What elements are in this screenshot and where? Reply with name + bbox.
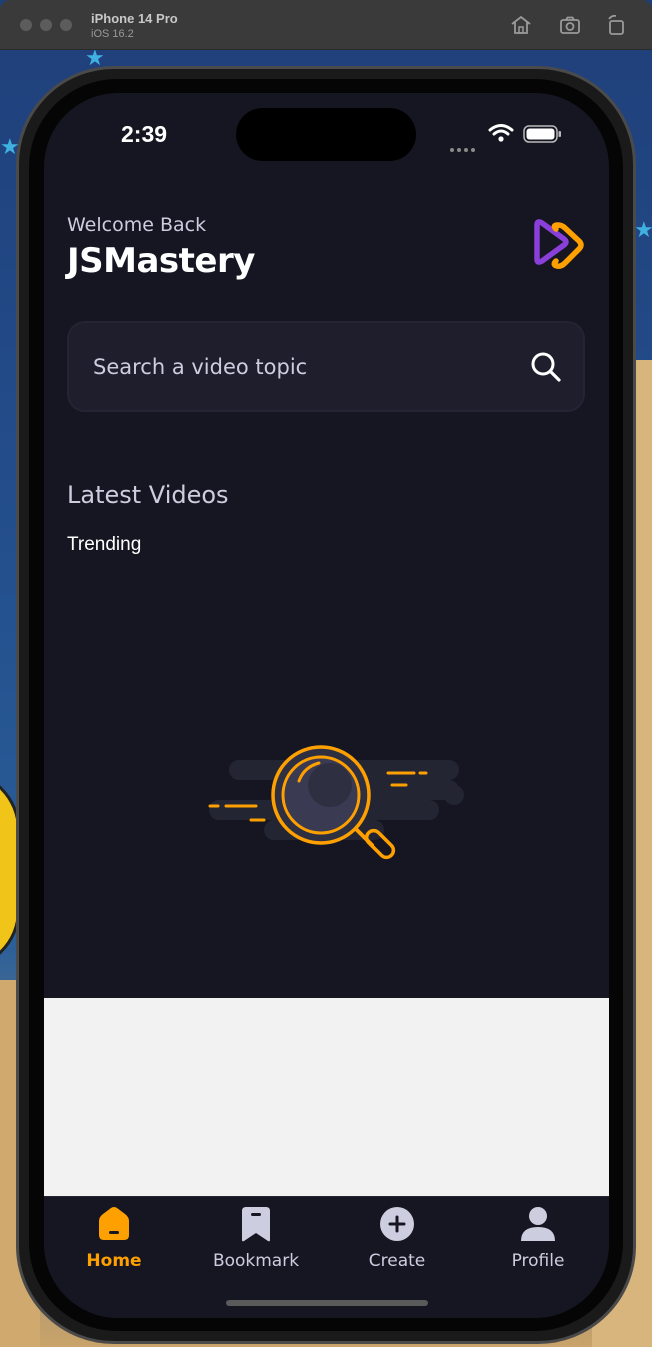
plus-circle-icon <box>380 1207 414 1241</box>
app-logo-icon <box>534 219 584 269</box>
trending-label: Trending <box>67 534 142 555</box>
os-version: iOS 16.2 <box>91 28 134 40</box>
window-close-button[interactable] <box>20 19 32 31</box>
home-indicator[interactable] <box>226 1300 428 1306</box>
tab-home[interactable]: Home <box>54 1205 174 1271</box>
tab-label-profile: Profile <box>511 1251 565 1271</box>
tab-label-home: Home <box>86 1251 142 1271</box>
search-placeholder: Search a video topic <box>93 355 308 379</box>
empty-search-illustration-icon <box>208 745 464 860</box>
welcome-text: Welcome Back <box>67 214 207 236</box>
profile-icon <box>521 1207 555 1241</box>
device-name: iPhone 14 Pro <box>91 11 178 26</box>
latest-videos-title: Latest Videos <box>67 481 229 509</box>
battery-icon <box>523 125 561 143</box>
window-minimize-button[interactable] <box>40 19 52 31</box>
home-button-icon[interactable] <box>509 13 533 37</box>
tab-label-create: Create <box>368 1251 426 1271</box>
content-placeholder-area <box>44 998 609 1196</box>
bookmark-icon <box>242 1207 270 1242</box>
search-input[interactable]: Search a video topic <box>67 321 585 412</box>
simulator-title-bar: iPhone 14 Pro iOS 16.2 <box>0 0 652 50</box>
dynamic-island <box>236 108 416 161</box>
tab-label-bookmark: Bookmark <box>212 1251 300 1271</box>
username-title: JSMastery <box>67 241 255 281</box>
screenshot-icon[interactable] <box>558 13 582 37</box>
wifi-icon <box>488 124 514 142</box>
cellular-signal-icon <box>450 137 478 152</box>
bottom-tab-bar: Home Bookmark Create Profile <box>44 1196 609 1318</box>
star-decoration: ★ <box>634 218 652 243</box>
window-zoom-button[interactable] <box>60 19 72 31</box>
app-screen: 2:39 Welcome Back JSMastery Search a vid… <box>44 93 609 1318</box>
tab-bookmark[interactable]: Bookmark <box>196 1205 316 1271</box>
status-time: 2:39 <box>121 121 168 147</box>
home-icon <box>99 1207 129 1240</box>
tab-create[interactable]: Create <box>337 1205 457 1271</box>
search-icon[interactable] <box>530 351 562 383</box>
rotate-icon[interactable] <box>604 13 628 37</box>
tab-profile[interactable]: Profile <box>478 1205 598 1271</box>
